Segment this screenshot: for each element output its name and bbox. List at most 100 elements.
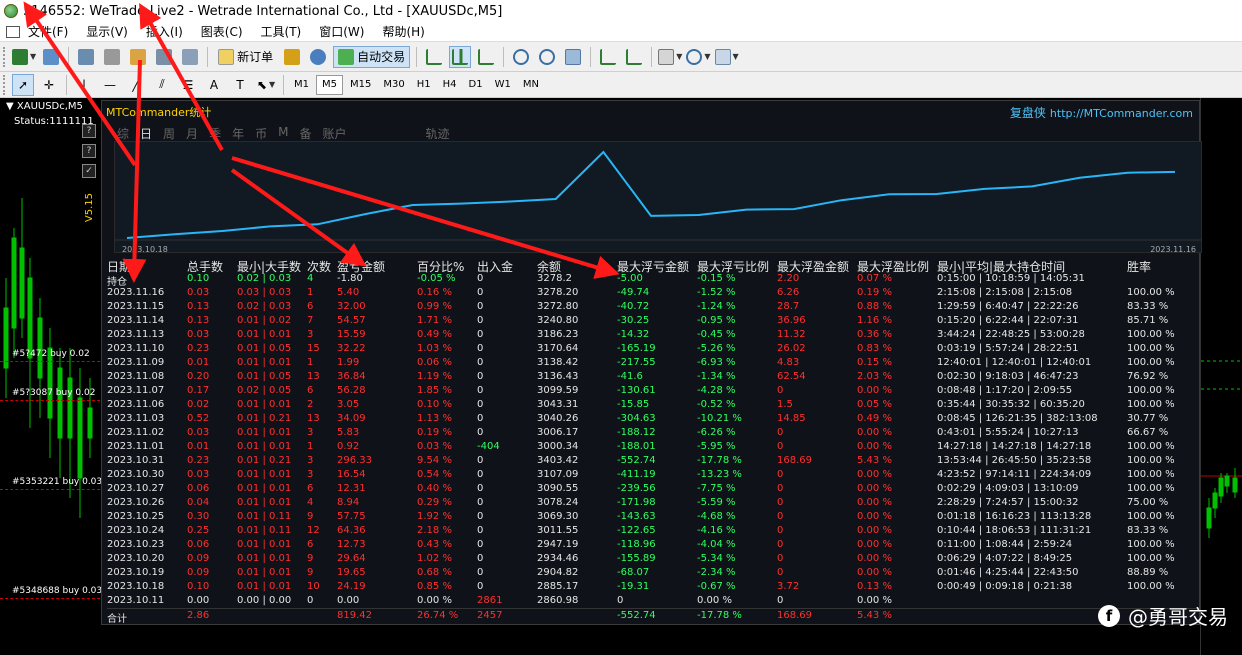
- mdi-window-icon[interactable]: [6, 25, 20, 38]
- timeframe-m1[interactable]: M1: [289, 75, 314, 95]
- fibonacci-button[interactable]: ☰: [177, 74, 199, 96]
- toolbar-grip[interactable]: [3, 74, 6, 95]
- timeframe-m5[interactable]: M5: [316, 74, 343, 95]
- zoom-out-button[interactable]: [536, 46, 558, 68]
- zoom-in-button[interactable]: [510, 46, 532, 68]
- table-row[interactable]: 2023.10.30 0.03 0.01 | 0.01 3 16.54 0.54 % 0 31…: [107, 468, 1197, 482]
- menu-tools[interactable]: 工具(T): [261, 23, 302, 40]
- indicators-button[interactable]: ▼: [658, 46, 682, 68]
- new-order-button[interactable]: 新订单: [214, 46, 277, 68]
- table-row[interactable]: 2023.10.31 0.23 0.01 | 0.21 3 296.33 9.54 % 0 3…: [107, 454, 1197, 468]
- table-row[interactable]: 2023.11.16 0.03 0.03 | 0.03 1 5.40 0.16 % 0 327…: [107, 286, 1197, 300]
- menu-charts[interactable]: 图表(C): [201, 23, 243, 40]
- table-row[interactable]: 2023.11.14 0.13 0.01 | 0.02 7 54.57 1.71 % 0 32…: [107, 314, 1197, 328]
- navigator-button[interactable]: [127, 46, 149, 68]
- market-watch-button[interactable]: [75, 46, 97, 68]
- tab-summary[interactable]: 综: [117, 125, 129, 142]
- tab-notes[interactable]: 备: [299, 125, 311, 142]
- table-cell: 26.74 %: [417, 610, 459, 621]
- table-row[interactable]: 2023.10.27 0.06 0.01 | 0.01 6 12.31 0.40 % 0 30…: [107, 482, 1197, 496]
- new-chart-button[interactable]: ▼: [12, 46, 36, 68]
- crosshair-button[interactable]: ✛: [38, 74, 60, 96]
- tab-quarterly[interactable]: 季: [209, 125, 221, 142]
- toolbar-grip[interactable]: [3, 46, 6, 67]
- arrows-button[interactable]: ⬉ ▼: [255, 74, 277, 96]
- text-label-button[interactable]: T: [229, 74, 251, 96]
- tab-monthly[interactable]: 月: [186, 125, 198, 142]
- cursor-button[interactable]: ➚: [12, 73, 34, 96]
- panel-side-button[interactable]: ?: [82, 124, 96, 138]
- table-row[interactable]: 2023.11.07 0.17 0.02 | 0.05 6 56.28 1.85 % 0 30…: [107, 384, 1197, 398]
- chart-right-region[interactable]: [1200, 98, 1242, 655]
- horizontal-line-button[interactable]: —: [99, 74, 121, 96]
- periods-button[interactable]: ▼: [686, 46, 711, 68]
- strategy-tester-button[interactable]: [179, 46, 201, 68]
- tile-windows-button[interactable]: [562, 46, 584, 68]
- panel-help-button[interactable]: ?: [82, 144, 96, 158]
- signals-button[interactable]: [307, 46, 329, 68]
- timeframe-mn[interactable]: MN: [518, 75, 544, 95]
- text-button[interactable]: A: [203, 74, 225, 96]
- vertical-line-button[interactable]: |: [73, 74, 95, 96]
- timeframe-w1[interactable]: W1: [490, 75, 516, 95]
- table-row[interactable]: 2023.10.11 0.00 0.00 | 0.00 0 0.00 0.00 % 2861…: [107, 594, 1197, 608]
- timeframe-d1[interactable]: D1: [464, 75, 488, 95]
- table-row[interactable]: 2023.10.26 0.04 0.01 | 0.01 4 8.94 0.29 % 0 307…: [107, 496, 1197, 510]
- chart-shift-button[interactable]: [623, 46, 645, 68]
- table-row[interactable]: 2023.11.08 0.20 0.01 | 0.05 13 36.84 1.19 % 0 3…: [107, 370, 1197, 384]
- tab-track[interactable]: 轨迹: [426, 125, 450, 142]
- line-chart-button[interactable]: [475, 46, 497, 68]
- table-total-row[interactable]: 合计 2.86 819.42 26.74 % 2457 -552.74 -17.78 % 16…: [107, 608, 1197, 625]
- table-position-row[interactable]: 持仓 0.10 0.02 | 0.03 4 -1.80 -0.05 % 0 3278.2 -5.…: [107, 272, 1197, 288]
- table-cell: 1.85 %: [417, 385, 452, 396]
- table-row[interactable]: 2023.10.18 0.10 0.01 | 0.01 10 24.19 0.85 % 0 2…: [107, 580, 1197, 594]
- table-row[interactable]: 2023.11.01 0.01 0.01 | 0.01 1 0.92 0.03 % -404…: [107, 440, 1197, 454]
- equidistant-channel-button[interactable]: ⫽: [151, 74, 173, 96]
- timeframe-h1[interactable]: H1: [412, 75, 436, 95]
- menu-insert[interactable]: 插入(I): [146, 23, 183, 40]
- table-row[interactable]: 2023.11.10 0.23 0.01 | 0.05 15 32.22 1.03 % 0 3…: [107, 342, 1197, 356]
- candlestick-button[interactable]: [449, 45, 472, 68]
- menu-help[interactable]: 帮助(H): [382, 23, 424, 40]
- meta-editor-button[interactable]: [281, 46, 303, 68]
- menu-file[interactable]: 文件(F): [28, 23, 68, 40]
- tab-weekly[interactable]: 周: [163, 125, 175, 142]
- timeframe-m15[interactable]: M15: [345, 75, 376, 95]
- table-row[interactable]: 2023.10.20 0.09 0.01 | 0.01 9 29.64 1.02 % 0 29…: [107, 552, 1197, 566]
- table-row[interactable]: 2023.11.09 0.01 0.01 | 0.01 1 1.99 0.06 % 0 313…: [107, 356, 1197, 370]
- data-window-button[interactable]: [101, 46, 123, 68]
- tab-yearly[interactable]: 年: [232, 125, 244, 142]
- tab-daily[interactable]: 日: [140, 125, 152, 142]
- order-line[interactable]: [0, 400, 100, 401]
- menu-window[interactable]: 窗口(W): [319, 23, 364, 40]
- panel-check-button[interactable]: ✓: [82, 164, 96, 178]
- table-row[interactable]: 2023.10.25 0.30 0.01 | 0.11 9 57.75 1.92 % 0 30…: [107, 510, 1197, 524]
- timeframe-h4[interactable]: H4: [438, 75, 462, 95]
- candlestick-icon: [452, 48, 469, 65]
- table-row[interactable]: 2023.10.23 0.06 0.01 | 0.01 6 12.73 0.43 % 0 29…: [107, 538, 1197, 552]
- order-line[interactable]: [0, 598, 100, 599]
- order-line[interactable]: [0, 489, 100, 490]
- menu-view[interactable]: 显示(V): [86, 23, 128, 40]
- table-row[interactable]: 2023.10.19 0.09 0.01 | 0.01 9 19.65 0.68 % 0 29…: [107, 566, 1197, 580]
- table-row[interactable]: 2023.10.24 0.25 0.01 | 0.11 12 64.36 2.18 % 0 3…: [107, 524, 1197, 538]
- table-cell: 0: [477, 315, 484, 326]
- table-row[interactable]: 2023.11.13 0.03 0.01 | 0.01 3 15.59 0.49 % 0 31…: [107, 328, 1197, 342]
- table-row[interactable]: 2023.11.02 0.03 0.01 | 0.01 3 5.83 0.19 % 0 300…: [107, 426, 1197, 440]
- templates-button[interactable]: ▼: [714, 46, 739, 68]
- brand-url[interactable]: http://MTCommander.com: [1050, 107, 1193, 120]
- timeframe-m30[interactable]: M30: [378, 75, 409, 95]
- trendline-button[interactable]: ╱: [125, 74, 147, 96]
- auto-trading-button[interactable]: 自动交易: [333, 45, 411, 68]
- profiles-button[interactable]: [40, 46, 62, 68]
- tab-m[interactable]: M: [278, 125, 288, 142]
- auto-scroll-button[interactable]: [597, 46, 619, 68]
- tab-account[interactable]: 账户: [322, 125, 346, 142]
- tab-currency[interactable]: 币: [255, 125, 267, 142]
- table-row[interactable]: 2023.11.03 0.52 0.01 | 0.21 13 34.09 1.13 % 0 3…: [107, 412, 1197, 426]
- order-line[interactable]: [0, 361, 100, 362]
- table-row[interactable]: 2023.11.15 0.13 0.02 | 0.03 6 32.00 0.99 % 0 32…: [107, 300, 1197, 314]
- terminal-button[interactable]: [153, 46, 175, 68]
- table-row[interactable]: 2023.11.06 0.02 0.01 | 0.01 2 3.05 0.10 % 0 304…: [107, 398, 1197, 412]
- bar-chart-button[interactable]: [423, 46, 445, 68]
